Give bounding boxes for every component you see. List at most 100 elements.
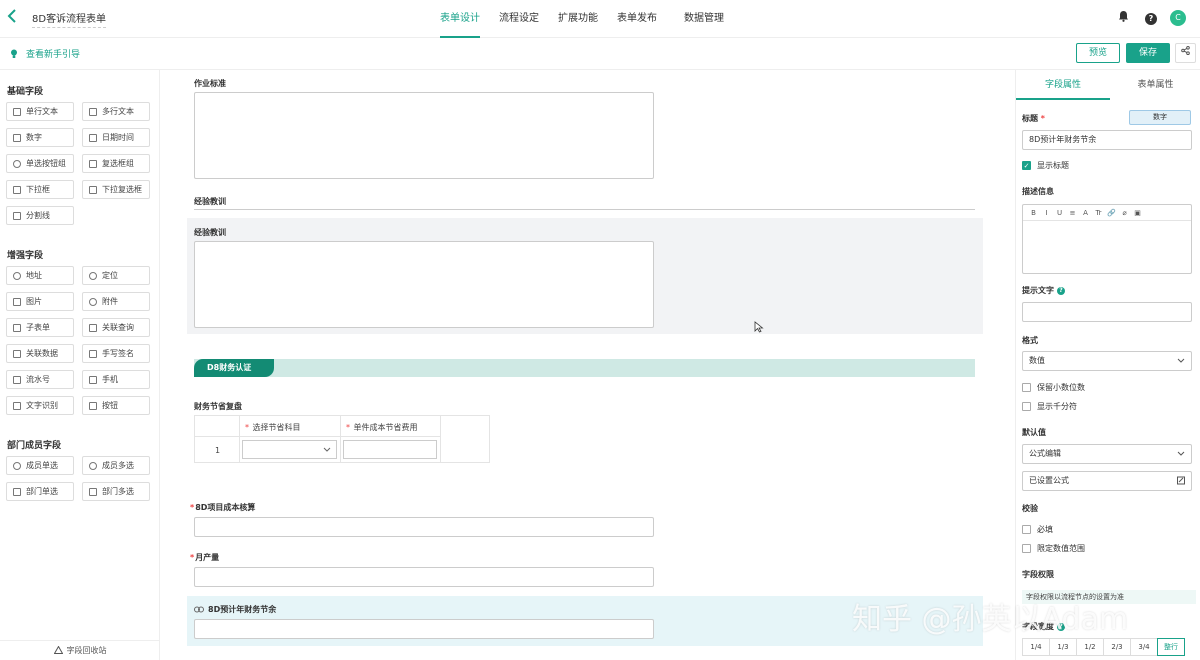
- field-divider[interactable]: 分割线: [6, 206, 74, 225]
- field-ocr[interactable]: 文字识别: [6, 396, 74, 415]
- tab-field-properties[interactable]: 字段属性: [1016, 70, 1110, 100]
- share-button[interactable]: [1175, 43, 1196, 63]
- field-address[interactable]: 地址: [6, 266, 74, 285]
- field-datetime[interactable]: 日期时间: [82, 128, 150, 147]
- field-subform[interactable]: 子表单: [6, 318, 74, 337]
- lessons-textarea[interactable]: [194, 241, 654, 328]
- field-multi-line-text[interactable]: 多行文本: [82, 102, 150, 121]
- edit-icon[interactable]: [1177, 472, 1185, 490]
- link-icon[interactable]: 🔗: [1105, 209, 1118, 217]
- subtable-select-subject[interactable]: [242, 440, 337, 459]
- field-serial-number[interactable]: 流水号: [6, 370, 74, 389]
- tab-form-design[interactable]: 表单设计: [440, 0, 480, 38]
- width-options: 1/4 1/3 1/2 2/3 3/4 整行: [1022, 638, 1185, 656]
- annual-saving-input[interactable]: [194, 619, 654, 639]
- subtable-cost-input[interactable]: [343, 440, 437, 459]
- width-1-3[interactable]: 1/3: [1049, 638, 1077, 656]
- section-band: [194, 359, 975, 377]
- info-icon[interactable]: ?: [1057, 287, 1065, 295]
- sub-bar: 查看新手引导 预览 保存: [0, 38, 1200, 70]
- preview-button[interactable]: 预览: [1076, 43, 1120, 63]
- field-member-multi[interactable]: 成员多选: [82, 456, 150, 475]
- monthly-output-input[interactable]: [194, 567, 654, 587]
- back-arrow-icon[interactable]: [6, 8, 22, 28]
- tab-extensions[interactable]: 扩展功能: [558, 0, 598, 38]
- field-attachment[interactable]: 附件: [82, 292, 150, 311]
- image-icon: [13, 297, 21, 306]
- font-size-icon[interactable]: Tr: [1092, 209, 1105, 217]
- bold-icon[interactable]: B: [1027, 209, 1040, 217]
- field-signature[interactable]: 手写签名: [82, 344, 150, 363]
- chevron-down-icon: [323, 447, 331, 452]
- show-title-checkbox[interactable]: ✓ 显示标题: [1022, 160, 1069, 171]
- bell-icon[interactable]: [1114, 10, 1132, 28]
- field-single-line-text[interactable]: 单行文本: [6, 102, 74, 121]
- field-number[interactable]: 数字: [6, 128, 74, 147]
- width-3-4[interactable]: 3/4: [1130, 638, 1158, 656]
- main-nav: 表单设计 流程设定 扩展功能 表单发布 数据管理: [440, 0, 743, 38]
- tab-form-properties[interactable]: 表单属性: [1110, 70, 1200, 100]
- description-editor[interactable]: B I U ≡ A Tr 🔗 ⌀ ▣: [1022, 204, 1192, 274]
- help-icon[interactable]: ?: [1142, 10, 1160, 28]
- description-label: 描述信息: [1022, 187, 1054, 196]
- save-button[interactable]: 保存: [1126, 43, 1170, 63]
- font-color-icon[interactable]: A: [1079, 209, 1092, 217]
- limit-range-checkbox[interactable]: 限定数值范围: [1022, 543, 1085, 554]
- width-1-2[interactable]: 1/2: [1076, 638, 1104, 656]
- field-dept-multi[interactable]: 部门多选: [82, 482, 150, 501]
- group-title-enhanced: 增强字段: [7, 251, 44, 261]
- share-icon: [1181, 46, 1190, 55]
- work-standard-textarea[interactable]: [194, 92, 654, 179]
- field-dept-single[interactable]: 部门单选: [6, 482, 74, 501]
- tab-process-settings[interactable]: 流程设定: [499, 0, 539, 38]
- form-canvas: 作业标准 经验教训 经验教训 D8财务认证 财务节省复盘 * 选择节省科目 * …: [161, 70, 1015, 660]
- section-title[interactable]: D8财务认证: [194, 359, 274, 377]
- field-label-cost-check: *8D项目成本核算: [190, 503, 256, 512]
- field-related-query[interactable]: 关联查询: [82, 318, 150, 337]
- field-image[interactable]: 图片: [6, 292, 74, 311]
- tab-data-management[interactable]: 数据管理: [684, 0, 724, 38]
- field-recycle-bin[interactable]: 字段回收站: [0, 640, 160, 660]
- field-permission-label: 字段权限: [1022, 570, 1054, 579]
- clear-format-icon[interactable]: ⌀: [1118, 209, 1131, 217]
- hint-text-input[interactable]: [1022, 302, 1192, 322]
- underline-icon[interactable]: U: [1053, 209, 1066, 217]
- field-location[interactable]: 定位: [82, 266, 150, 285]
- field-phone[interactable]: 手机: [82, 370, 150, 389]
- width-2-3[interactable]: 2/3: [1103, 638, 1131, 656]
- col-divider: [239, 416, 240, 462]
- field-button[interactable]: 按钮: [82, 396, 150, 415]
- keep-decimals-checkbox[interactable]: 保留小数位数: [1022, 382, 1085, 393]
- image-icon[interactable]: ▣: [1131, 209, 1144, 217]
- col-divider: [340, 416, 341, 462]
- default-mode-select[interactable]: 公式编辑: [1022, 444, 1192, 464]
- col-divider: [440, 416, 441, 462]
- number-icon: [13, 133, 21, 142]
- align-icon[interactable]: ≡: [1066, 209, 1079, 217]
- formula-field[interactable]: 已设置公式: [1022, 471, 1192, 491]
- italic-icon[interactable]: I: [1040, 209, 1053, 217]
- thousands-separator-checkbox[interactable]: 显示千分符: [1022, 401, 1077, 412]
- beginner-guide-link[interactable]: 查看新手引导: [10, 47, 80, 60]
- serial-icon: [13, 375, 21, 384]
- field-radio-group[interactable]: 单选按钮组: [6, 154, 74, 173]
- width-1-4[interactable]: 1/4: [1022, 638, 1050, 656]
- tab-form-publish[interactable]: 表单发布: [617, 0, 657, 38]
- field-dropdown[interactable]: 下拉框: [6, 180, 74, 199]
- width-full[interactable]: 整行: [1157, 638, 1185, 656]
- required-checkbox[interactable]: 必填: [1022, 524, 1053, 535]
- field-checkbox-group[interactable]: 复选框组: [82, 154, 150, 173]
- cost-check-input[interactable]: [194, 517, 654, 537]
- user-avatar[interactable]: C: [1170, 10, 1188, 28]
- field-dropdown-multi[interactable]: 下拉复选框: [82, 180, 150, 199]
- format-select[interactable]: 数值: [1022, 351, 1192, 371]
- field-related-data[interactable]: 关联数据: [6, 344, 74, 363]
- guide-label: 查看新手引导: [26, 50, 81, 60]
- field-member-single[interactable]: 成员单选: [6, 456, 74, 475]
- formula-link-icon: [194, 606, 204, 613]
- form-title[interactable]: 8D客诉流程表单: [32, 10, 107, 28]
- info-icon[interactable]: ?: [1057, 623, 1065, 631]
- title-input[interactable]: 8D预计年财务节余: [1022, 130, 1192, 150]
- phone-icon: [89, 375, 97, 384]
- checkbox-icon: [89, 159, 97, 168]
